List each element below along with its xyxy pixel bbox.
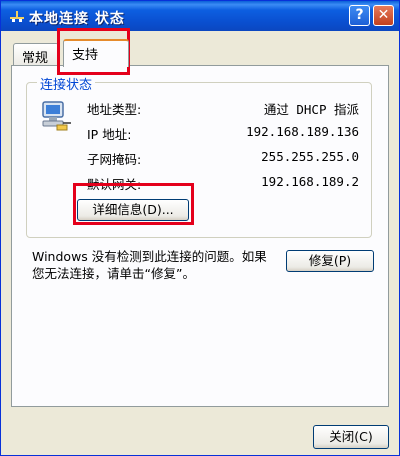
default-gateway-value: 192.168.189.2 xyxy=(261,174,359,189)
network-status-window: 本地连接 状态 ? ✕ 常规 支持 连接状态 地址类型: 通过 DHCP 指派 xyxy=(0,0,400,456)
tab-support[interactable]: 支持 xyxy=(63,39,129,67)
ip-address-value: 192.168.189.136 xyxy=(246,124,359,139)
title-bar[interactable]: 本地连接 状态 ? ✕ xyxy=(1,1,399,31)
subnet-mask-label: 子网掩码: xyxy=(87,152,142,167)
repair-hint-text: Windows 没有检测到此连接的问题。如果您无法连接，请单击“修复”。 xyxy=(32,249,267,281)
window-title: 本地连接 状态 xyxy=(29,11,125,27)
support-tab-panel: 连接状态 地址类型: 通过 DHCP 指派 IP 地址: 192.168.189… xyxy=(11,65,389,407)
connection-status-legend: 连接状态 xyxy=(37,74,96,93)
ip-address-label: IP 地址: xyxy=(87,127,132,142)
default-gateway-label: 默认网关: xyxy=(87,177,142,192)
address-type-label: 地址类型: xyxy=(87,102,142,117)
help-button[interactable]: ? xyxy=(349,5,370,26)
tab-strip: 常规 支持 xyxy=(9,37,393,67)
network-connection-icon xyxy=(9,8,25,24)
tab-general[interactable]: 常规 xyxy=(13,43,59,66)
close-button[interactable]: 关闭(C) xyxy=(313,425,389,449)
details-button[interactable]: 详细信息(D)... xyxy=(77,199,189,221)
connection-status-group: 连接状态 地址类型: 通过 DHCP 指派 IP 地址: 192.168.189… xyxy=(26,74,372,238)
close-window-button[interactable]: ✕ xyxy=(373,5,394,26)
repair-button[interactable]: 修复(P) xyxy=(286,250,374,272)
network-computer-icon xyxy=(39,99,73,133)
subnet-mask-value: 255.255.255.0 xyxy=(261,149,359,164)
address-type-value: 通过 DHCP 指派 xyxy=(263,102,359,117)
